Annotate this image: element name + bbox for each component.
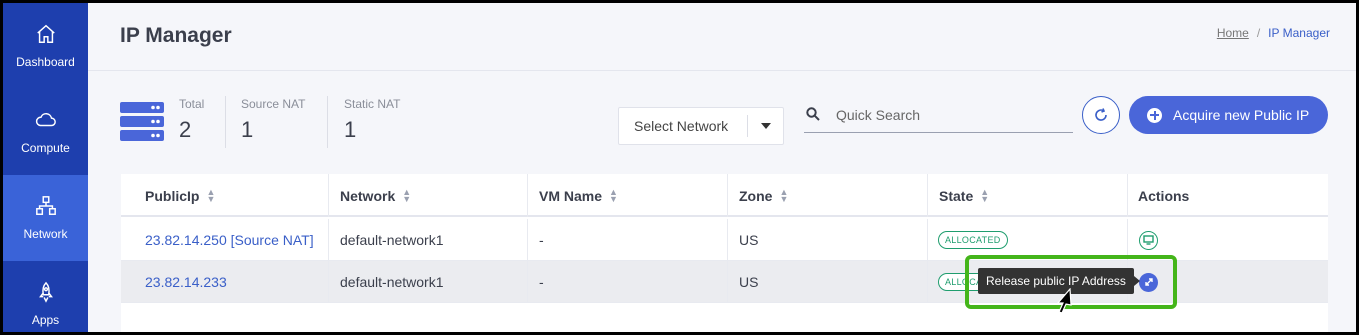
sort-icon: ▲ ▼ <box>779 186 789 204</box>
stat-static-nat: Static NAT 1 <box>344 97 400 143</box>
refresh-icon <box>1095 108 1107 121</box>
stat-value: 1 <box>241 117 254 142</box>
cell-network: default-network1 <box>329 261 528 303</box>
search-icon <box>806 107 820 121</box>
sort-icon: ▲ ▼ <box>402 186 412 204</box>
search-box <box>804 99 1073 133</box>
stat-label: Total <box>179 97 205 111</box>
column-header-label: PublicIp <box>145 187 200 204</box>
stat-label: Source NAT <box>241 97 306 111</box>
cell-zone: US <box>728 261 928 303</box>
divider <box>225 96 226 148</box>
breadcrumb-current: IP Manager <box>1268 26 1330 40</box>
home-icon <box>36 24 55 43</box>
acquire-public-ip-label: Acquire new Public IP <box>1173 107 1310 123</box>
sort-icon: ▲ ▼ <box>609 186 618 204</box>
sidebar-item-label: Dashboard <box>16 55 75 69</box>
cell-public-ip: 23.82.14.250 [Source NAT] <box>121 219 329 261</box>
table-header: PublicIp ▲ ▼ Network ▲ ▼ VM Name ▲ ▼ Zone ▲ ▼ St… <box>121 174 1328 217</box>
sidebar-item-network[interactable]: Network <box>3 175 88 261</box>
stat-total: Total 2 <box>179 97 204 143</box>
column-header-label: Zone <box>739 187 773 204</box>
stat-value: 2 <box>179 117 192 142</box>
breadcrumb: Home / IP Manager <box>1217 26 1330 40</box>
column-header-state[interactable]: State ▲ ▼ <box>928 174 1128 217</box>
public-ip-link[interactable]: 23.82.14.250 [Source NAT] <box>145 232 314 248</box>
caret-down-icon <box>748 123 783 129</box>
page-title: IP Manager <box>120 24 232 47</box>
sidebar-item-label: Network <box>23 227 68 241</box>
sidebar-item-compute[interactable]: Compute <box>3 89 88 175</box>
sidebar-item-dashboard[interactable]: Dashboard <box>3 3 88 89</box>
column-header-label: VM Name <box>539 187 603 204</box>
cell-network: default-network1 <box>329 219 528 261</box>
server-icon <box>120 102 164 141</box>
cell-zone: US <box>728 219 928 261</box>
sidebar-item-label: Apps <box>31 313 60 327</box>
acquire-public-ip-button[interactable]: Acquire new Public IP <box>1129 96 1328 134</box>
column-header-actions: Actions <box>1128 174 1328 217</box>
console-icon[interactable] <box>1139 230 1158 250</box>
column-header-label: Network <box>340 187 396 204</box>
search-input[interactable] <box>836 103 1066 127</box>
column-header-zone[interactable]: Zone ▲ ▼ <box>728 174 928 217</box>
sort-icon: ▲ ▼ <box>980 186 990 204</box>
stat-source-nat: Source NAT 1 <box>241 97 305 143</box>
column-header-publicip[interactable]: PublicIp ▲ ▼ <box>121 174 329 217</box>
sidebar-item-label: Compute <box>21 141 70 155</box>
breadcrumb-home-link[interactable]: Home <box>1217 26 1249 40</box>
stat-value: 1 <box>344 117 357 142</box>
network-select-value: Select Network <box>634 118 729 134</box>
refresh-button[interactable] <box>1082 96 1120 134</box>
plus-circle-icon <box>1147 107 1162 123</box>
divider <box>327 96 328 148</box>
column-header-network[interactable]: Network ▲ ▼ <box>329 174 528 217</box>
cloud-icon <box>35 112 56 127</box>
mouse-cursor-icon <box>1056 288 1072 314</box>
sidebar: Dashboard Compute Network Apps <box>3 3 88 332</box>
column-header-label: State <box>939 187 974 204</box>
column-header-vm-name[interactable]: VM Name ▲ ▼ <box>528 174 728 217</box>
page-header: IP Manager Home / IP Manager <box>88 3 1356 71</box>
stat-label: Static NAT <box>344 97 401 111</box>
network-icon <box>35 196 56 215</box>
sidebar-item-apps[interactable]: Apps <box>3 261 88 332</box>
cell-vm-name: - <box>528 261 728 303</box>
app-window: Dashboard Compute Network Apps IP Manage… <box>3 3 1356 332</box>
status-badge: ALLOCATED <box>938 231 1008 249</box>
sort-icon: ▲ ▼ <box>206 186 216 204</box>
network-select[interactable]: Select Network <box>618 107 784 145</box>
cell-vm-name: - <box>528 219 728 261</box>
cell-public-ip: 23.82.14.233 <box>121 261 329 303</box>
public-ip-link[interactable]: 23.82.14.233 <box>145 274 227 290</box>
rocket-icon <box>38 281 53 303</box>
column-header-label: Actions <box>1138 187 1190 204</box>
breadcrumb-separator: / <box>1256 26 1261 40</box>
